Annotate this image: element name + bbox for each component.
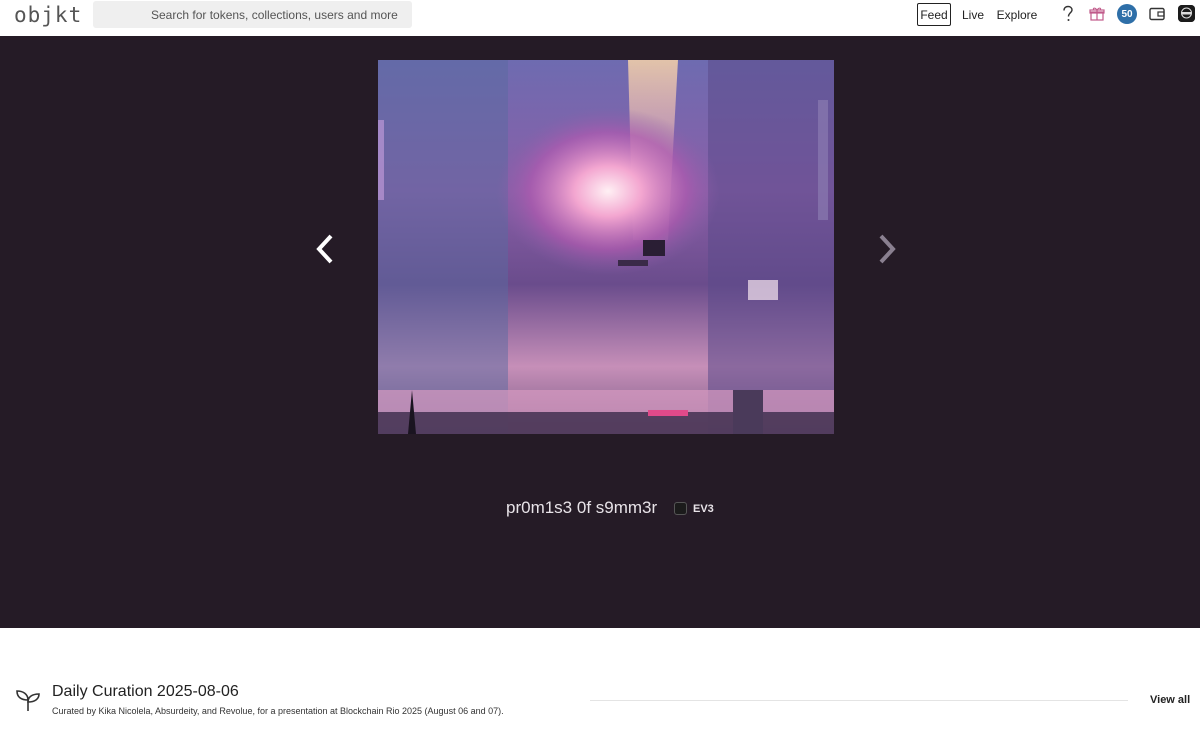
curation-title[interactable]: Daily Curation 2025-08-06 [52, 683, 239, 701]
chevron-left-icon[interactable] [310, 232, 340, 266]
search-bar[interactable] [93, 1, 412, 28]
curation-subtitle: Curated by Kika Nicolela, Absurdeity, an… [52, 706, 504, 716]
balance-badge[interactable]: 50 [1117, 4, 1137, 24]
wallet-icon[interactable] [1147, 4, 1167, 24]
creator-name: EV3 [693, 502, 714, 515]
creator-avatar [674, 502, 687, 515]
help-icon[interactable] [1058, 4, 1078, 24]
user-avatar[interactable] [1178, 5, 1195, 22]
featured-hero: pr0m1s3 0f s9mm3r EV3 [0, 36, 1200, 628]
featured-artwork[interactable] [378, 60, 834, 434]
divider-line [590, 700, 1128, 701]
nav-feed[interactable]: Feed [917, 3, 951, 26]
nav-explore[interactable]: Explore [996, 3, 1038, 26]
gift-icon[interactable] [1087, 4, 1107, 24]
token-title[interactable]: pr0m1s3 0f s9mm3r [506, 498, 657, 518]
view-all-link[interactable]: View all [1150, 694, 1190, 706]
daily-curation-section: Daily Curation 2025-08-06 Curated by Kik… [0, 628, 1200, 740]
chevron-right-icon[interactable] [872, 232, 902, 266]
search-input[interactable] [151, 7, 401, 22]
top-header: objkt Feed Live Explore 50 [0, 0, 1200, 36]
objkt-logo[interactable]: objkt [14, 3, 82, 27]
sprout-icon [15, 688, 41, 712]
creator-link[interactable]: EV3 [674, 502, 714, 515]
nav-live[interactable]: Live [958, 3, 988, 26]
